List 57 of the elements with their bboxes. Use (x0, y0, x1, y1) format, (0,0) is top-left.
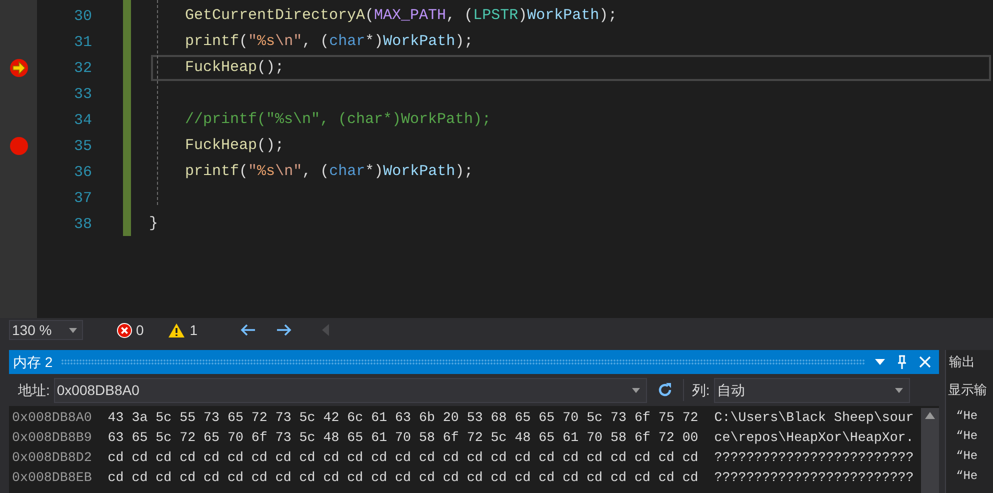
line-number: 37 (74, 190, 92, 206)
output-line: “He (955, 428, 979, 445)
warning-count: 1 (190, 320, 198, 340)
memory-ascii: ce\repos\HeapXor\HeapXor. (714, 429, 914, 448)
memory-bytes: 63 65 5c 72 65 70 6f 73 5c 48 65 61 70 58 6f 72 5c 48 65 61 70 58 6f 72 00 (108, 429, 698, 448)
pin-icon[interactable] (897, 355, 907, 369)
line-number: 30 (74, 8, 92, 24)
breakpoint-icon[interactable] (10, 137, 28, 155)
output-source-label: 显示输 (947, 381, 988, 400)
forward-arrow-icon[interactable] (276, 323, 292, 337)
scroll-up-icon[interactable] (925, 412, 935, 419)
warning-icon[interactable] (168, 322, 185, 338)
error-count: 0 (136, 320, 144, 340)
error-icon[interactable] (117, 322, 132, 338)
closing-brace: } (149, 214, 158, 234)
caret-icon (632, 388, 640, 392)
code-line: printf("%s\n", (char*)WorkPath); (185, 162, 474, 182)
columns-dropdown[interactable]: 自动 (714, 378, 910, 402)
zoom-dropdown[interactable]: 130 % (9, 320, 83, 340)
memory-ascii: C:\Users\Black Sheep\sour (714, 409, 914, 428)
line-number: 36 (74, 164, 92, 180)
columns-label: 列: (692, 380, 710, 400)
line-number: 32 (74, 60, 92, 76)
breakpoint-arrow-icon[interactable] (10, 59, 28, 77)
output-line: “He (955, 408, 979, 425)
line-number: 38 (74, 216, 92, 232)
output-panel-title: 输出 (948, 353, 976, 372)
caret-icon (69, 328, 77, 332)
scrollbar[interactable] (921, 408, 939, 493)
memory-bytes: cd cd cd cd cd cd cd cd cd cd cd cd cd cd cd cd cd cd cd cd cd cd cd cd cd (108, 469, 698, 488)
memory-bytes: 43 3a 5c 55 73 65 72 73 5c 42 6c 61 63 6b 20 53 68 65 65 70 5c 73 6f 75 72 (108, 409, 698, 428)
memory-address: 0x008DB8D2 (12, 449, 92, 468)
memory-address: 0x008DB8EB (12, 469, 92, 488)
memory-ascii: ????????????????????????? (714, 469, 914, 488)
panel-title: 内存 2 (13, 352, 53, 372)
code-comment: //printf("%s\n", (char*)WorkPath); (185, 110, 492, 130)
memory-bytes: cd cd cd cd cd cd cd cd cd cd cd cd cd cd cd cd cd cd cd cd cd cd cd cd cd (108, 449, 698, 468)
caret-icon (894, 388, 903, 392)
memory-ascii: ????????????????????????? (714, 449, 914, 468)
back-arrow-icon[interactable] (240, 323, 256, 337)
code-line: printf("%s\n", (char*)WorkPath); (185, 32, 474, 52)
dropdown-caret-icon[interactable] (875, 359, 885, 365)
output-line: “He (955, 468, 979, 485)
address-field[interactable]: 0x008DB8A0 (54, 378, 647, 402)
line-number: 31 (74, 34, 92, 50)
memory-address: 0x008DB8A0 (12, 409, 92, 428)
line-number: 33 (74, 86, 92, 102)
memory-address: 0x008DB8B9 (12, 429, 92, 448)
code-line: FuckHeap(); (185, 58, 284, 78)
output-line: “He (955, 448, 979, 465)
line-number: 35 (74, 138, 92, 154)
line-number: 34 (74, 112, 92, 128)
refresh-icon[interactable] (656, 382, 673, 398)
code-line: FuckHeap(); (185, 136, 284, 156)
address-label: 地址: (18, 380, 50, 400)
close-icon[interactable] (919, 356, 931, 368)
code-line: GetCurrentDirectoryA(MAX_PATH, (LPSTR)WorkPath); (185, 6, 618, 26)
